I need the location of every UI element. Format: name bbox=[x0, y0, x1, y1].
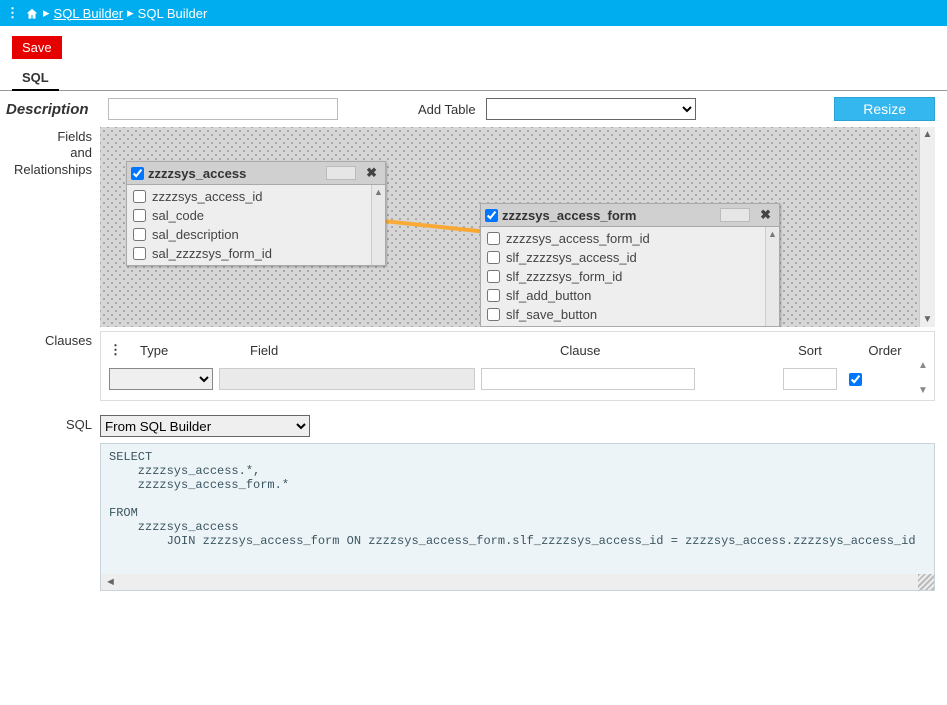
column-name: zzzzsys_access_id bbox=[152, 189, 263, 204]
section-clauses: Clauses ⋮ Type Field Clause Sort Order ▲ bbox=[0, 331, 947, 405]
sql-hscrollbar[interactable]: ◄ ► bbox=[101, 574, 934, 590]
clause-clause-input[interactable] bbox=[481, 368, 695, 390]
table-title: zzzzsys_access_form bbox=[502, 208, 720, 223]
fields-label: Fields and Relationships bbox=[0, 127, 100, 327]
toolbar: Save bbox=[0, 26, 947, 65]
scroll-left-icon[interactable]: ◄ bbox=[105, 576, 116, 588]
form-row: Description Add Table Resize bbox=[0, 91, 947, 127]
table-select-checkbox[interactable] bbox=[485, 209, 498, 222]
sql-textarea-wrap: SELECT zzzzsys_access.*, zzzzsys_access_… bbox=[100, 443, 935, 591]
home-icon[interactable] bbox=[25, 5, 39, 21]
clauses-scrollbar[interactable]: ▲ ▼ bbox=[916, 360, 930, 396]
clauses-box: ⋮ Type Field Clause Sort Order ▲ ▼ bbox=[100, 331, 935, 401]
table-scrollbar[interactable]: ▲ bbox=[765, 227, 779, 326]
tab-sql[interactable]: SQL bbox=[12, 66, 59, 91]
clause-type-select[interactable] bbox=[109, 368, 213, 390]
table-spacer-box bbox=[720, 208, 750, 222]
column-checkbox[interactable] bbox=[487, 251, 500, 264]
column-name: slf_save_button bbox=[506, 307, 597, 322]
col-clause: Clause bbox=[560, 343, 770, 358]
table-window[interactable]: zzzzsys_access ✖ zzzzsys_access_id sal_code… bbox=[126, 161, 386, 266]
table-column[interactable]: sal_zzzzsys_form_id bbox=[127, 244, 371, 263]
table-column[interactable]: slf_zzzzsys_access_id bbox=[481, 248, 765, 267]
resize-handle-icon[interactable] bbox=[918, 574, 934, 590]
topbar: ⋮ ▸ SQL Builder ▸ SQL Builder bbox=[0, 0, 947, 26]
col-order: Order bbox=[850, 343, 920, 358]
column-checkbox[interactable] bbox=[133, 209, 146, 222]
add-table-label: Add Table bbox=[418, 102, 476, 117]
column-name: zzzzsys_access_form_id bbox=[506, 231, 650, 246]
table-title: zzzzsys_access bbox=[148, 166, 326, 181]
description-input[interactable] bbox=[108, 98, 338, 120]
scroll-down-icon[interactable]: ▼ bbox=[923, 312, 933, 327]
table-body: zzzzsys_access_form_id slf_zzzzsys_access… bbox=[481, 227, 779, 326]
table-column[interactable]: zzzzsys_access_form_id bbox=[481, 229, 765, 248]
breadcrumb-link[interactable]: SQL Builder bbox=[54, 6, 124, 21]
scroll-down-icon[interactable]: ▼ bbox=[918, 385, 928, 396]
description-label: Description bbox=[6, 101, 100, 118]
table-column[interactable]: zzzzsys_access_id bbox=[127, 187, 371, 206]
table-column[interactable]: sal_description bbox=[127, 225, 371, 244]
table-scrollbar[interactable]: ▲ bbox=[371, 185, 385, 265]
add-table-select[interactable] bbox=[486, 98, 696, 120]
section-sql: SQL From SQL Builder SELECT zzzzsys_acce… bbox=[0, 415, 947, 595]
column-checkbox[interactable] bbox=[133, 190, 146, 203]
col-sort: Sort bbox=[770, 343, 850, 358]
table-window[interactable]: zzzzsys_access_form ✖ zzzzsys_access_form_… bbox=[480, 203, 780, 327]
table-header[interactable]: zzzzsys_access_form ✖ bbox=[481, 204, 779, 227]
crumb-sep: ▸ bbox=[43, 5, 50, 21]
sql-textarea[interactable]: SELECT zzzzsys_access.*, zzzzsys_access_… bbox=[101, 444, 934, 574]
table-column[interactable]: slf_add_button bbox=[481, 286, 765, 305]
column-name: sal_description bbox=[152, 227, 239, 242]
column-name: slf_zzzzsys_access_id bbox=[506, 250, 637, 265]
resize-button[interactable]: Resize bbox=[834, 97, 935, 121]
save-button[interactable]: Save bbox=[12, 36, 62, 59]
sql-source-select[interactable]: From SQL Builder bbox=[100, 415, 310, 437]
clause-row bbox=[109, 368, 926, 390]
crumb-sep: ▸ bbox=[127, 5, 134, 21]
canvas-scrollbar[interactable]: ▲ ▼ bbox=[919, 127, 935, 327]
menu-icon[interactable]: ⋮ bbox=[6, 5, 19, 21]
col-field: Field bbox=[250, 343, 500, 358]
column-checkbox[interactable] bbox=[133, 228, 146, 241]
clause-field-input[interactable] bbox=[219, 368, 475, 390]
column-name: sal_zzzzsys_form_id bbox=[152, 246, 272, 261]
breadcrumb-current: SQL Builder bbox=[138, 6, 208, 21]
table-column[interactable]: slf_save_button bbox=[481, 305, 765, 324]
col-type: Type bbox=[140, 343, 250, 358]
close-icon[interactable]: ✖ bbox=[756, 207, 775, 223]
relationship-canvas[interactable]: zzzzsys_access ✖ zzzzsys_access_id sal_code… bbox=[100, 127, 919, 327]
scroll-up-icon[interactable]: ▲ bbox=[923, 127, 933, 142]
clauses-label: Clauses bbox=[0, 331, 100, 401]
table-header[interactable]: zzzzsys_access ✖ bbox=[127, 162, 385, 185]
column-checkbox[interactable] bbox=[133, 247, 146, 260]
scroll-up-icon[interactable]: ▲ bbox=[918, 360, 928, 371]
clauses-header: ⋮ Type Field Clause Sort Order bbox=[109, 338, 926, 368]
column-checkbox[interactable] bbox=[487, 289, 500, 302]
column-checkbox[interactable] bbox=[487, 270, 500, 283]
column-name: slf_zzzzsys_form_id bbox=[506, 269, 622, 284]
column-checkbox[interactable] bbox=[487, 232, 500, 245]
close-icon[interactable]: ✖ bbox=[362, 165, 381, 181]
table-body: zzzzsys_access_id sal_code sal_description… bbox=[127, 185, 385, 265]
table-column[interactable]: sal_code bbox=[127, 206, 371, 225]
section-fields: Fields and Relationships zzzzsys_access ✖… bbox=[0, 127, 947, 331]
scroll-up-icon[interactable]: ▲ bbox=[768, 227, 777, 239]
sql-label: SQL bbox=[0, 415, 100, 591]
table-column[interactable]: slf_zzzzsys_form_id bbox=[481, 267, 765, 286]
clause-order-input[interactable] bbox=[783, 368, 837, 390]
column-checkbox[interactable] bbox=[487, 308, 500, 321]
table-spacer-box bbox=[326, 166, 356, 180]
column-name: sal_code bbox=[152, 208, 204, 223]
tabs: SQL bbox=[0, 65, 947, 91]
scroll-up-icon[interactable]: ▲ bbox=[374, 185, 383, 197]
clauses-menu-icon[interactable]: ⋮ bbox=[109, 342, 122, 358]
clause-row-checkbox[interactable] bbox=[849, 373, 862, 386]
column-name: slf_add_button bbox=[506, 288, 591, 303]
table-select-checkbox[interactable] bbox=[131, 167, 144, 180]
